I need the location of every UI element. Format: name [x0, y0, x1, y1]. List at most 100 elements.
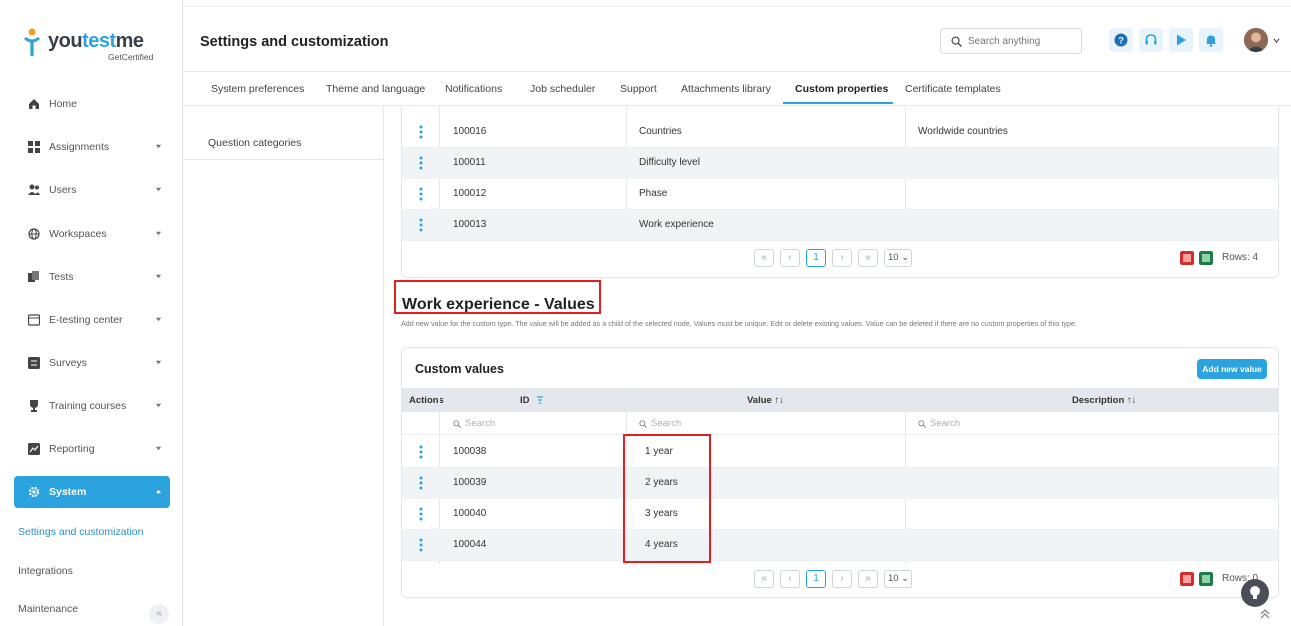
- value-filter-placeholder: Search: [651, 418, 682, 429]
- tab-system-preferences[interactable]: System preferences: [211, 83, 304, 95]
- type-description: Worldwide countries: [918, 126, 1008, 137]
- value-id: 100044: [453, 539, 487, 550]
- chevron-down-icon: [155, 231, 162, 236]
- category-item-question-categories[interactable]: Question categories: [184, 120, 384, 160]
- survey-icon: [28, 357, 40, 369]
- tab-custom-properties[interactable]: Custom properties: [795, 83, 888, 95]
- row-actions-icon[interactable]: [419, 538, 423, 552]
- id-filter-placeholder: Search: [465, 418, 496, 429]
- column-header-description[interactable]: Description ↑↓: [1072, 395, 1136, 406]
- support-button[interactable]: [1139, 28, 1163, 52]
- page-number-button[interactable]: 1: [806, 570, 826, 588]
- next-page-button[interactable]: ›: [832, 249, 852, 267]
- tab-notifications[interactable]: Notifications: [445, 83, 502, 95]
- type-id: 100012: [453, 188, 487, 199]
- export-excel-icon[interactable]: [1199, 251, 1213, 265]
- sidebar-item-surveys[interactable]: Surveys: [14, 347, 170, 379]
- scroll-to-top-button[interactable]: [1260, 608, 1270, 623]
- table-row[interactable]: 100038 1 year: [402, 437, 1278, 468]
- search-input[interactable]: [968, 35, 1068, 47]
- table-row[interactable]: 100011 Difficulty level: [402, 148, 1278, 179]
- sidebar-item-label: Users: [49, 184, 77, 196]
- add-new-value-button[interactable]: Add new value: [1197, 359, 1267, 379]
- global-search[interactable]: [940, 28, 1082, 54]
- id-filter[interactable]: Search: [453, 418, 495, 429]
- sidebar-item-system[interactable]: System: [14, 476, 170, 508]
- values-section-description: Add new value for the custom type. The v…: [401, 319, 1078, 328]
- search-icon: [639, 419, 647, 428]
- help-button[interactable]: ?: [1109, 28, 1133, 52]
- sidebar-item-assignments[interactable]: Assignments: [14, 131, 170, 163]
- sidebar-item-tests[interactable]: Tests: [14, 261, 170, 293]
- first-page-button[interactable]: «: [754, 249, 774, 267]
- column-header-id[interactable]: ID: [520, 395, 544, 406]
- row-actions-icon[interactable]: [419, 156, 423, 170]
- value-filter[interactable]: Search: [639, 418, 681, 429]
- last-page-button[interactable]: »: [858, 570, 878, 588]
- custom-types-table: 100016 Countries Worldwide countries 100…: [401, 106, 1279, 278]
- last-page-button[interactable]: »: [858, 249, 878, 267]
- property-categories-pane: Question categories: [184, 106, 384, 626]
- type-id: 100013: [453, 219, 487, 230]
- export-pdf-icon[interactable]: [1180, 251, 1194, 265]
- gear-icon: [28, 486, 40, 498]
- row-actions-icon[interactable]: [419, 507, 423, 521]
- next-page-button[interactable]: ›: [832, 570, 852, 588]
- report-icon: [28, 443, 40, 455]
- chevron-down-icon: [155, 274, 162, 279]
- logo[interactable]: youtestme GetCertified: [22, 26, 172, 64]
- chevron-down-icon[interactable]: [1273, 37, 1280, 44]
- sidebar-subitem-settings-and-customization[interactable]: Settings and customization: [18, 526, 144, 538]
- row-actions-icon[interactable]: [419, 218, 423, 232]
- notifications-button[interactable]: [1199, 28, 1223, 52]
- prev-page-button[interactable]: ‹: [780, 249, 800, 267]
- type-name: Work experience: [639, 219, 714, 230]
- table-row[interactable]: 100040 3 years: [402, 499, 1278, 530]
- types-pagination: « ‹ 1 › » 10 ⌄: [754, 249, 912, 267]
- video-tutorial-button[interactable]: [1169, 28, 1193, 52]
- row-actions-icon[interactable]: [419, 125, 423, 139]
- rows-per-page-select[interactable]: 10 ⌄: [884, 249, 912, 267]
- table-row[interactable]: 100039 2 years: [402, 468, 1278, 499]
- sidebar-item-reporting[interactable]: Reporting: [14, 433, 170, 465]
- rows-per-page-select[interactable]: 10 ⌄: [884, 570, 912, 588]
- tab-support[interactable]: Support: [620, 83, 657, 95]
- description-filter-placeholder: Search: [930, 418, 961, 429]
- collapse-sidebar-button[interactable]: «: [149, 604, 169, 624]
- table-row[interactable]: 100012 Phase: [402, 179, 1278, 210]
- sidebar-item-e-testing-center[interactable]: E-testing center: [14, 304, 170, 336]
- first-page-button[interactable]: «: [754, 570, 774, 588]
- avatar-icon: [1244, 28, 1268, 52]
- help-assistant-button[interactable]: [1241, 579, 1269, 607]
- export-pdf-icon[interactable]: [1180, 572, 1194, 586]
- logo-subtitle: GetCertified: [108, 52, 154, 62]
- type-name: Difficulty level: [639, 157, 700, 168]
- row-actions-icon[interactable]: [419, 445, 423, 459]
- lightbulb-icon: [1250, 586, 1260, 599]
- user-avatar[interactable]: [1244, 28, 1268, 52]
- sidebar-item-workspaces[interactable]: Workspaces: [14, 218, 170, 250]
- tab-theme-and-language[interactable]: Theme and language: [326, 83, 425, 95]
- row-actions-icon[interactable]: [419, 187, 423, 201]
- prev-page-button[interactable]: ‹: [780, 570, 800, 588]
- sidebar-item-home[interactable]: Home: [14, 88, 170, 120]
- row-actions-icon[interactable]: [419, 476, 423, 490]
- values-filter-row: Search Search Search: [402, 412, 1278, 435]
- sidebar-subitem-maintenance[interactable]: Maintenance: [18, 603, 78, 615]
- tab-job-scheduler[interactable]: Job scheduler: [530, 83, 595, 95]
- table-row[interactable]: 100044 4 years: [402, 530, 1278, 561]
- sidebar-item-label: Surveys: [49, 357, 87, 369]
- page-number-button[interactable]: 1: [806, 249, 826, 267]
- sidebar-subitem-integrations[interactable]: Integrations: [18, 565, 73, 577]
- column-header-value[interactable]: Value ↑↓: [747, 395, 784, 406]
- tab-attachments-library[interactable]: Attachments library: [681, 83, 771, 95]
- table-row[interactable]: 100016 Countries Worldwide countries: [402, 117, 1278, 148]
- sidebar-item-training-courses[interactable]: Training courses: [14, 390, 170, 422]
- sidebar-item-users[interactable]: Users: [14, 174, 170, 206]
- tab-certificate-templates[interactable]: Certificate templates: [905, 83, 1001, 95]
- sidebar-item-label: Reporting: [49, 443, 95, 455]
- double-chevron-up-icon: [1260, 609, 1270, 619]
- export-excel-icon[interactable]: [1199, 572, 1213, 586]
- table-row[interactable]: 100013 Work experience: [402, 210, 1278, 241]
- description-filter[interactable]: Search: [918, 418, 960, 429]
